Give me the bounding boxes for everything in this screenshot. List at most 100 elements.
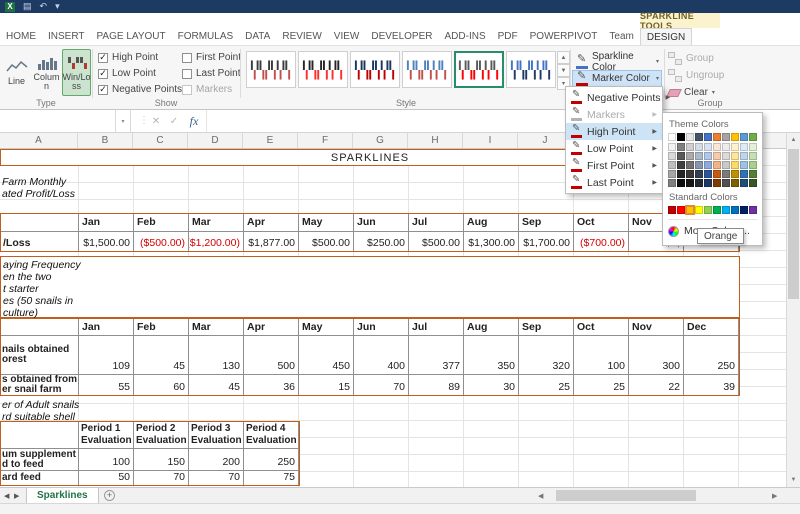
value-cell[interactable]: 70: [134, 471, 189, 485]
theme-color-swatch[interactable]: [677, 179, 685, 187]
value-cell[interactable]: 100: [79, 449, 134, 471]
value-cell[interactable]: 450: [299, 336, 354, 375]
theme-color-swatch[interactable]: [740, 133, 748, 141]
month-cell[interactable]: Jan: [79, 214, 134, 232]
theme-color-swatch[interactable]: [704, 143, 712, 151]
theme-color-swatch[interactable]: [713, 179, 721, 187]
month-cell[interactable]: Oct: [574, 214, 629, 232]
period-header-cell[interactable]: Period 3 Evaluation: [189, 422, 244, 449]
value-cell[interactable]: 70: [189, 471, 244, 485]
save-icon[interactable]: ▤: [23, 2, 32, 11]
gallery-scroll-down-button[interactable]: ▼: [557, 64, 570, 77]
theme-color-swatch[interactable]: [749, 161, 757, 169]
theme-color-swatch[interactable]: [686, 143, 694, 151]
month-cell[interactable]: Aug: [464, 319, 519, 336]
theme-color-swatch[interactable]: [686, 179, 694, 187]
marker-color-menu-item[interactable]: ✎ First Point ▶: [566, 157, 662, 174]
group-button[interactable]: Group: [668, 51, 714, 66]
theme-color-swatch[interactable]: [749, 152, 757, 160]
vertical-scrollbar-thumb[interactable]: [788, 149, 799, 299]
value-cell[interactable]: ($500.00): [134, 232, 189, 251]
theme-color-swatch[interactable]: [713, 133, 721, 141]
value-cell[interactable]: 300: [629, 336, 684, 375]
theme-color-swatch[interactable]: [695, 143, 703, 151]
month-cell[interactable]: Apr: [244, 319, 299, 336]
value-cell[interactable]: 100: [574, 336, 629, 375]
column-header[interactable]: E: [243, 133, 298, 148]
standard-color-swatch[interactable]: [749, 206, 757, 214]
table-cell[interactable]: [1, 319, 79, 336]
standard-color-swatch[interactable]: [704, 206, 712, 214]
value-cell[interactable]: ($1,200.00): [189, 232, 244, 251]
standard-color-swatch[interactable]: [686, 206, 694, 214]
marker-color-menu-item[interactable]: ✎ High Point ▶: [566, 123, 662, 140]
ribbon-tab[interactable]: DATA: [239, 28, 276, 45]
marker-color-menu-item[interactable]: ✎ Markers ▶: [566, 106, 662, 123]
month-cell[interactable]: Sep: [519, 214, 574, 232]
ribbon-tab[interactable]: DEVELOPER: [365, 28, 438, 45]
theme-color-swatch[interactable]: [677, 152, 685, 160]
theme-color-swatch[interactable]: [695, 161, 703, 169]
theme-color-swatch[interactable]: [695, 133, 703, 141]
theme-color-swatch[interactable]: [704, 133, 712, 141]
value-cell[interactable]: 70: [354, 375, 409, 395]
caption-profit-loss[interactable]: Farm Monthlyated Profit/Loss: [2, 176, 75, 200]
standard-color-swatch[interactable]: [740, 206, 748, 214]
theme-color-swatch[interactable]: [722, 152, 730, 160]
month-cell[interactable]: Jun: [354, 319, 409, 336]
theme-color-swatch[interactable]: [731, 170, 739, 178]
theme-color-swatch[interactable]: [731, 179, 739, 187]
show-checkbox[interactable]: ✓ High Point: [98, 52, 182, 63]
value-cell[interactable]: 15: [299, 375, 354, 395]
ribbon-tab[interactable]: ADD-INS: [439, 28, 492, 45]
theme-color-swatch[interactable]: [731, 143, 739, 151]
scroll-down-icon[interactable]: ▼: [787, 473, 800, 487]
sparkline-style-thumbnail[interactable]: [506, 51, 556, 88]
table-cell[interactable]: [1, 214, 79, 232]
month-cell[interactable]: Sep: [519, 319, 574, 336]
theme-color-swatch[interactable]: [749, 170, 757, 178]
column-header[interactable]: A: [0, 133, 78, 148]
ribbon-tab[interactable]: PDF: [492, 28, 524, 45]
standard-color-swatch[interactable]: [722, 206, 730, 214]
theme-color-swatch[interactable]: [722, 161, 730, 169]
value-cell[interactable]: 150: [134, 449, 189, 471]
row-label-cell[interactable]: s obtained from er snail farm: [1, 375, 79, 395]
sparkline-style-thumbnail[interactable]: [454, 51, 504, 88]
column-header[interactable]: G: [353, 133, 408, 148]
line-sparkline-button[interactable]: Line: [2, 49, 31, 96]
theme-color-swatch[interactable]: [704, 161, 712, 169]
ribbon-tab[interactable]: REVIEW: [276, 28, 327, 45]
theme-color-swatch[interactable]: [686, 161, 694, 169]
ribbon-tab[interactable]: HOME: [0, 28, 42, 45]
value-cell[interactable]: 377: [409, 336, 464, 375]
theme-color-swatch[interactable]: [740, 161, 748, 169]
ribbon-tab[interactable]: DESIGN: [640, 28, 692, 45]
theme-color-swatch[interactable]: [722, 179, 730, 187]
column-header[interactable]: H: [408, 133, 463, 148]
month-cell[interactable]: Oct: [574, 319, 629, 336]
theme-color-swatch[interactable]: [731, 133, 739, 141]
standard-color-swatch[interactable]: [668, 206, 676, 214]
theme-color-swatch[interactable]: [713, 143, 721, 151]
theme-color-swatch[interactable]: [713, 161, 721, 169]
month-cell[interactable]: Jun: [354, 214, 409, 232]
theme-color-swatch[interactable]: [668, 170, 676, 178]
quick-access-dropdown-icon[interactable]: ▾: [55, 2, 60, 11]
theme-color-swatch[interactable]: [668, 152, 676, 160]
month-cell[interactable]: May: [299, 319, 354, 336]
sparkline-style-thumbnail[interactable]: [246, 51, 296, 88]
ungroup-button[interactable]: Ungroup: [668, 68, 724, 83]
theme-color-swatch[interactable]: [686, 152, 694, 160]
sparkline-style-thumbnail[interactable]: [350, 51, 400, 88]
value-cell[interactable]: 39: [684, 375, 739, 395]
period-header-cell[interactable]: Period 2 Evaluation: [134, 422, 189, 449]
theme-color-swatch[interactable]: [704, 152, 712, 160]
column-sparkline-button[interactable]: Column: [32, 49, 61, 96]
theme-color-swatch[interactable]: [722, 133, 730, 141]
ribbon-tab[interactable]: PAGE LAYOUT: [91, 28, 172, 45]
theme-color-swatch[interactable]: [722, 170, 730, 178]
row-label-cell[interactable]: ard feed: [1, 471, 79, 485]
month-cell[interactable]: Nov: [629, 319, 684, 336]
theme-color-swatch[interactable]: [704, 179, 712, 187]
